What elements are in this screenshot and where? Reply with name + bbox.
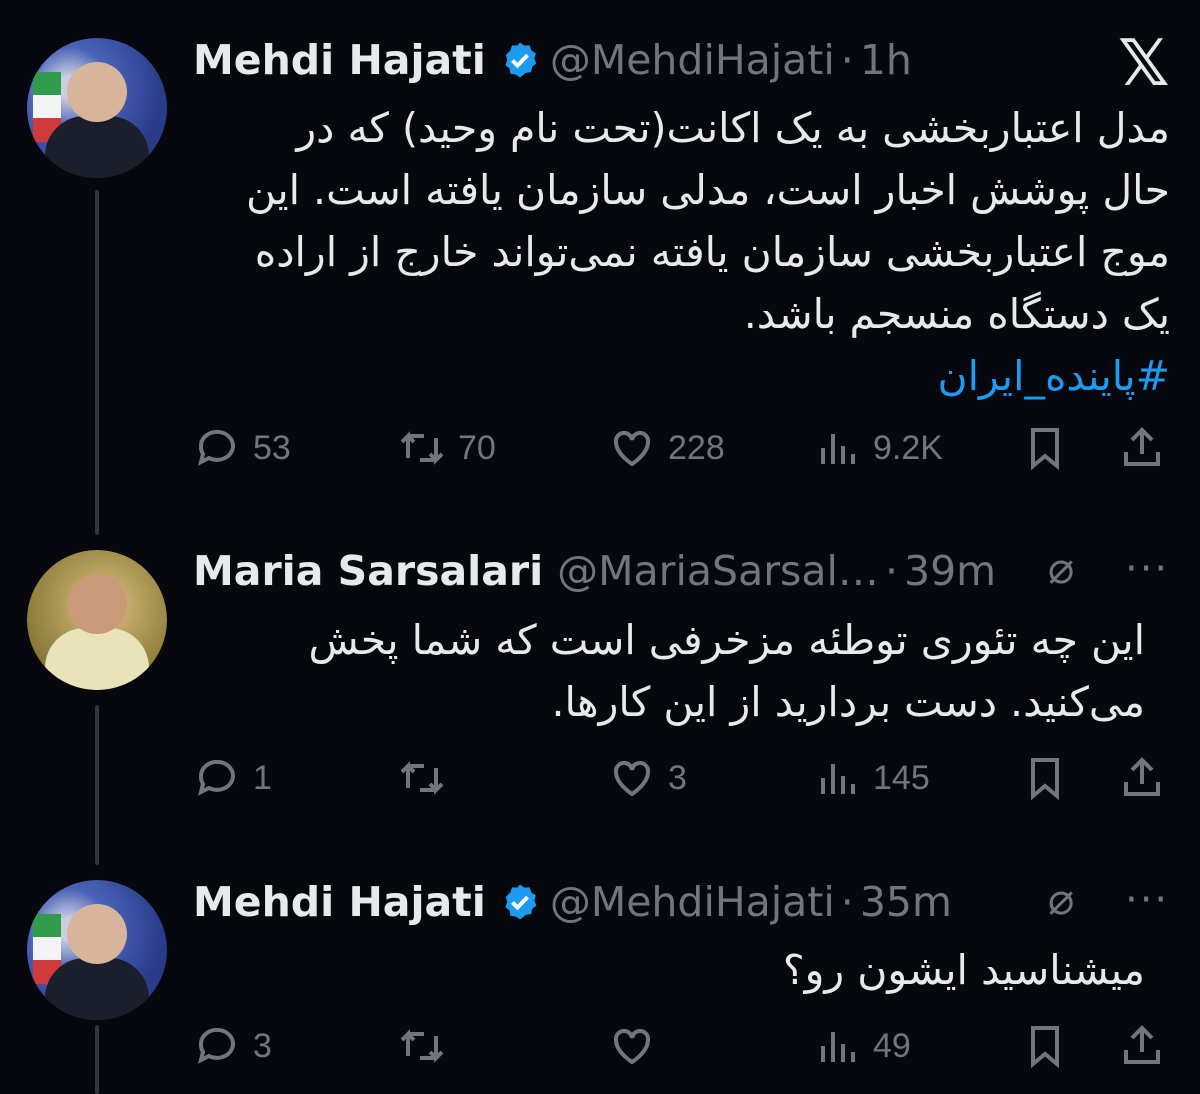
author-handle[interactable]: @MehdiHajati [550,36,835,84]
reply-button[interactable]: 1 [193,748,272,808]
separator-dot: · [840,36,854,84]
tweet-text-line: این چه تئوری توطئه مزخرفی است که شما پخش [308,616,1145,664]
tweet-actions: 3 49 [193,1016,1170,1076]
retweet-button[interactable] [398,1016,458,1076]
avatar[interactable] [27,38,167,178]
share-button[interactable] [1118,418,1178,478]
bookmark-icon [1031,758,1059,801]
tweet-text: میشناسید ایشون رو؟ [783,942,1145,1004]
thread-line [95,705,99,865]
reply-count: 3 [253,1026,272,1065]
retweet-button[interactable] [398,748,458,808]
retweet-button[interactable]: 70 [398,418,496,478]
author-name[interactable]: Mehdi Hajati [193,36,486,84]
heart-icon [613,760,651,797]
retweet-icon [400,431,444,465]
tweet-text-line: میشناسید ایشون رو؟ [782,946,1145,994]
views-button[interactable]: 9.2K [813,418,943,478]
tweet-text-line: مدل اعتباربخشی به یک اکانت(تحت نام وحید)… [296,104,1170,152]
share-icon [1124,757,1160,796]
bookmark-icon [1031,1026,1059,1069]
bookmark-button[interactable] [1021,418,1081,478]
views-count: 145 [873,758,930,797]
tweet-text-line: یک دستگاه منسجم باشد. [743,290,1170,338]
author-name[interactable]: Mehdi Hajati [193,878,486,926]
bookmark-button[interactable] [1021,748,1081,808]
share-icon [1124,1025,1160,1064]
bookmark-icon [1031,428,1059,471]
thread-line [95,1025,99,1094]
share-button[interactable] [1118,748,1178,808]
share-button[interactable] [1118,1016,1178,1076]
separator-dot: · [840,878,854,926]
tweet-text: این چه تئوری توطئه مزخرفی است که شما پخش… [308,612,1145,736]
views-chart-icon [821,764,855,794]
tweet-actions: 53 70 228 9.2K [193,418,1170,478]
like-count: 228 [668,428,725,467]
reply-count: 1 [253,758,272,797]
grok-icon[interactable]: ⌀ [1048,874,1075,925]
reply-icon [198,759,235,796]
separator-dot: · [884,547,898,595]
retweet-icon [400,761,444,795]
like-button[interactable]: 3 [608,748,687,808]
tweet-header: Mehdi Hajati @MehdiHajati · 35m [193,872,952,932]
author-handle[interactable]: @MehdiHajati [550,878,835,926]
tweet-text: مدل اعتباربخشی به یک اکانت(تحت نام وحید)… [246,100,1170,404]
share-icon [1124,427,1160,466]
timestamp[interactable]: 39m [904,547,996,595]
like-button[interactable] [608,1016,668,1076]
thread-line [95,190,99,535]
views-chart-icon [821,1032,855,1062]
avatar[interactable] [27,550,167,690]
retweet-count: 70 [458,428,496,467]
tweet-text-line: می‌کنید. دست بردارید از این کارها. [551,678,1145,726]
bookmark-button[interactable] [1021,1016,1081,1076]
retweet-icon [400,1029,444,1063]
views-chart-icon [821,434,855,464]
verified-badge-icon [505,42,537,78]
more-options-icon[interactable]: ··· [1125,546,1169,592]
views-button[interactable]: 49 [813,1016,911,1076]
reply-count: 53 [253,428,291,467]
x-logo-icon[interactable]: 𝕏 [1118,32,1170,96]
author-name[interactable]: Maria Sarsalari [193,547,543,595]
views-button[interactable]: 145 [813,748,930,808]
heart-icon [613,430,651,467]
tweet-header: Mehdi Hajati @MehdiHajati · 1h [193,30,912,90]
like-button[interactable]: 228 [608,418,725,478]
heart-icon [613,1028,651,1065]
tweet-text-line: حال پوشش اخبار است، مدلی سازمان یافته اس… [245,166,1170,214]
views-count: 9.2K [873,428,943,467]
tweet-header: Maria Sarsalari @MariaSarsal… · 39m [193,541,996,601]
reply-button[interactable]: 3 [193,1016,272,1076]
tweet-actions: 1 3 145 [193,748,1170,808]
reply-button[interactable]: 53 [193,418,291,478]
grok-icon[interactable]: ⌀ [1048,543,1075,594]
verified-badge-icon [505,884,537,920]
timestamp[interactable]: 1h [860,36,912,84]
tweet-text-line: موج اعتباربخشی سازمان یافته نمی‌تواند خا… [254,228,1170,276]
avatar[interactable] [27,880,167,1020]
views-count: 49 [873,1026,911,1065]
timestamp[interactable]: 35m [860,878,952,926]
reply-icon [198,429,235,466]
like-count: 3 [668,758,687,797]
author-handle[interactable]: @MariaSarsal… [557,547,879,595]
reply-icon [198,1027,235,1064]
hashtag-link[interactable]: #پاینده_ایران [246,348,1170,404]
more-options-icon[interactable]: ··· [1125,877,1169,923]
